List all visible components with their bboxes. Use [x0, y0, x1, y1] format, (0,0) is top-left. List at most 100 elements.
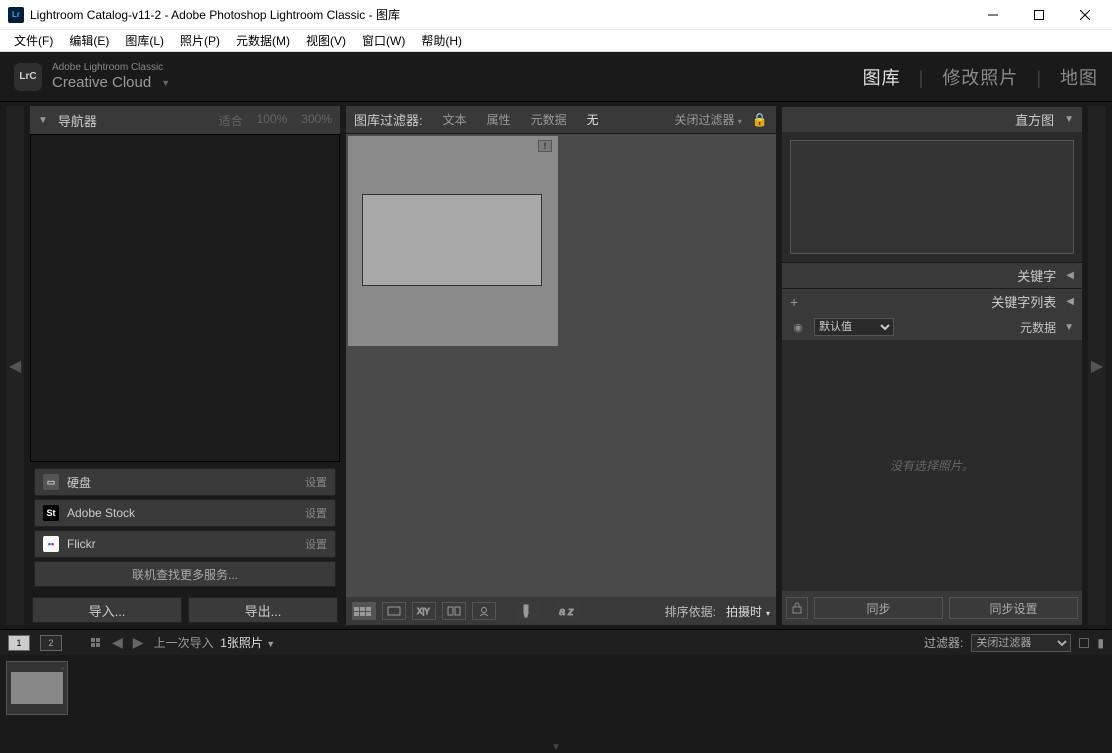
brand-icon: LrC	[14, 63, 42, 91]
filmstrip-grid-icon[interactable]	[90, 638, 102, 648]
sort-value[interactable]: 拍摄时▾	[726, 603, 770, 620]
menu-window[interactable]: 窗口(W)	[354, 30, 413, 51]
filter-attr[interactable]: 属性	[487, 111, 511, 128]
bottom-edge-grip[interactable]: ▼	[0, 741, 1112, 753]
lock-filter-icon[interactable]: 🔒	[752, 112, 768, 128]
thumbnail-image[interactable]	[362, 194, 542, 286]
chevron-down-icon: ▼	[1064, 114, 1074, 125]
menu-edit[interactable]: 编辑(E)	[61, 30, 117, 51]
survey-view-icon[interactable]	[442, 602, 466, 620]
metadata-header[interactable]: ◉ 默认值 元数据 ▼	[782, 314, 1082, 340]
loupe-view-icon[interactable]	[382, 602, 406, 620]
svg-text:z: z	[567, 606, 574, 617]
zoom-300[interactable]: 300%	[301, 112, 332, 129]
sort-direction-icon[interactable]: az	[556, 602, 580, 620]
filmstrip-filter-label: 过滤器:	[924, 634, 963, 651]
sort-label: 排序依据:	[665, 603, 716, 620]
navigator-header[interactable]: ▼ 导航器 适合 100% 300%	[30, 106, 340, 134]
svg-text:X|Y: X|Y	[417, 607, 430, 616]
metadata-body: 没有选择照片。	[782, 340, 1082, 591]
menu-file[interactable]: 文件(F)	[6, 30, 61, 51]
filmstrip-thumb[interactable]: ▫	[6, 661, 68, 715]
minimize-button[interactable]	[970, 0, 1016, 30]
sync-button[interactable]: 同步	[814, 597, 943, 619]
filter-color-icon[interactable]	[1079, 638, 1089, 648]
menu-metadata[interactable]: 元数据(M)	[228, 30, 298, 51]
chevron-down-icon: ▼	[1064, 322, 1074, 333]
filter-switch-icon[interactable]: ▮	[1097, 636, 1104, 650]
painter-tool-icon[interactable]	[514, 602, 538, 620]
plus-icon[interactable]: +	[790, 294, 798, 310]
sync-lock-icon[interactable]	[786, 597, 808, 619]
close-filter-preset[interactable]: 关闭过滤器 ▾	[674, 111, 741, 128]
close-button[interactable]	[1062, 0, 1108, 30]
menu-library[interactable]: 图库(L)	[117, 30, 172, 51]
nav-back-icon[interactable]: ◀	[112, 634, 123, 651]
flag-badge-icon[interactable]: !	[538, 140, 552, 152]
source-crumb[interactable]: 上一次导入 1张照片 ▼	[154, 634, 276, 651]
filter-label: 图库过滤器:	[354, 110, 423, 129]
menu-photo[interactable]: 照片(P)	[172, 30, 228, 51]
service-adobe-stock[interactable]: St Adobe Stock 设置	[34, 499, 336, 527]
import-button[interactable]: 导入...	[32, 597, 182, 623]
filmstrip[interactable]: ▫	[0, 655, 1112, 741]
metadata-preset-select[interactable]: 默认值	[814, 318, 894, 336]
left-edge-grip[interactable]: ◀	[6, 106, 24, 625]
filter-none[interactable]: 无	[587, 111, 599, 128]
brand-line2[interactable]: Creative Cloud▼	[52, 74, 170, 92]
find-more-services[interactable]: 联机查找更多服务...	[34, 561, 336, 587]
menubar: 文件(F) 编辑(E) 图库(L) 照片(P) 元数据(M) 视图(V) 窗口(…	[0, 30, 1112, 52]
navigator-title: 导航器	[58, 111, 97, 130]
zoom-fit[interactable]: 适合	[219, 112, 243, 129]
menu-view[interactable]: 视图(V)	[298, 30, 354, 51]
service-hdd[interactable]: ▭ 硬盘 设置	[34, 468, 336, 496]
sync-settings-button[interactable]: 同步设置	[949, 597, 1078, 619]
module-map[interactable]: 地图	[1060, 64, 1098, 90]
filter-meta[interactable]: 元数据	[531, 111, 567, 128]
filmstrip-filter-select[interactable]: 关闭过滤器	[971, 634, 1071, 652]
histogram-canvas	[790, 140, 1074, 254]
flickr-config[interactable]: 设置	[305, 536, 327, 552]
chevron-left-icon: ◀	[1066, 270, 1074, 281]
window-titlebar: Lr Lightroom Catalog-v11-2 - Adobe Photo…	[0, 0, 1112, 30]
keywords-header[interactable]: 关键字 ◀	[782, 262, 1082, 288]
no-selection-text: 没有选择照片。	[890, 457, 974, 474]
chevron-down-icon: ▼	[161, 74, 170, 92]
module-develop[interactable]: 修改照片	[942, 64, 1018, 90]
stock-config[interactable]: 设置	[305, 505, 327, 521]
filmstrip-header: 1 2 ◀ ▶ 上一次导入 1张照片 ▼ 过滤器: 关闭过滤器 ▮	[0, 629, 1112, 655]
grid-toolbar: X|Y az 排序依据: 拍摄时▾	[346, 597, 776, 625]
histogram-header[interactable]: 直方图 ▼	[782, 106, 1082, 132]
grid-view[interactable]: !	[346, 134, 776, 597]
brand-line1: Adobe Lightroom Classic	[52, 62, 170, 74]
right-edge-grip[interactable]: ▶	[1088, 106, 1106, 625]
stock-icon: St	[43, 505, 59, 521]
thumb-badge-icon: ▫	[61, 664, 64, 673]
histogram-body	[782, 132, 1082, 262]
library-filter-bar: 图库过滤器: 文本 属性 元数据 无 关闭过滤器 ▾ 🔒	[346, 106, 776, 134]
module-library[interactable]: 图库	[863, 64, 901, 90]
filter-text[interactable]: 文本	[443, 111, 467, 128]
maximize-button[interactable]	[1016, 0, 1062, 30]
app-icon: Lr	[8, 7, 24, 23]
grid-cell[interactable]: !	[348, 136, 558, 346]
zoom-100[interactable]: 100%	[257, 112, 288, 129]
keyword-list-header[interactable]: + 关键字列表 ◀	[782, 288, 1082, 314]
service-flickr[interactable]: •• Flickr 设置	[34, 530, 336, 558]
menu-help[interactable]: 帮助(H)	[413, 30, 470, 51]
secondary-display-button[interactable]: 2	[40, 635, 62, 651]
compare-view-icon[interactable]: X|Y	[412, 602, 436, 620]
nav-fwd-icon[interactable]: ▶	[133, 634, 144, 651]
people-view-icon[interactable]	[472, 602, 496, 620]
navigator-preview	[30, 134, 340, 462]
chevron-down-icon: ▼	[38, 115, 48, 126]
hdd-icon: ▭	[43, 474, 59, 490]
grid-view-icon[interactable]	[352, 602, 376, 620]
hdd-config[interactable]: 设置	[305, 474, 327, 490]
svg-text:a: a	[559, 606, 565, 617]
eye-icon[interactable]: ◉	[790, 321, 806, 334]
export-button[interactable]: 导出...	[188, 597, 338, 623]
flickr-icon: ••	[43, 536, 59, 552]
window-title: Lightroom Catalog-v11-2 - Adobe Photosho…	[30, 6, 400, 23]
primary-display-button[interactable]: 1	[8, 635, 30, 651]
